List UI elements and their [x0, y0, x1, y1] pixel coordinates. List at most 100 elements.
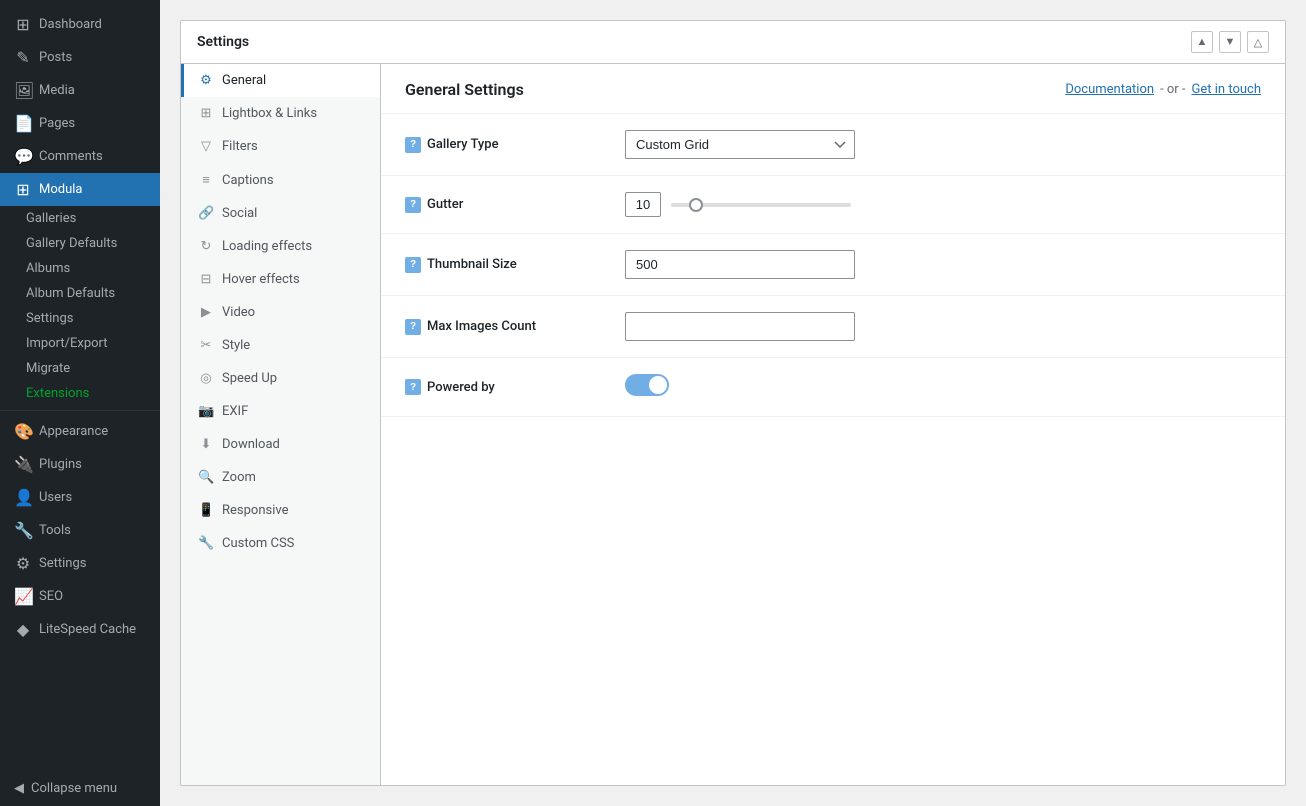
sidebar-item-seo[interactable]: 📈 SEO	[0, 580, 160, 613]
settings-header: Settings ▲ ▼ △	[181, 21, 1285, 64]
sidebar-item-plugins[interactable]: 🔌 Plugins	[0, 448, 160, 481]
posts-icon: ✎	[14, 48, 32, 67]
settings-body: ⚙ General ⊞ Lightbox & Links ▽ Filters ≡…	[181, 64, 1285, 785]
submenu-extensions[interactable]: Extensions	[0, 381, 160, 406]
expand-down-button[interactable]: ▼	[1219, 31, 1241, 53]
expand-up-button[interactable]: ▲	[1191, 31, 1213, 53]
sidebar-item-modula[interactable]: ⊞ Modula ◀	[0, 173, 160, 206]
nav-exif-icon: 📷	[198, 404, 214, 419]
gutter-value-input[interactable]	[625, 192, 661, 217]
gutter-slider-track[interactable]	[671, 203, 851, 207]
gallery-type-row: ? Gallery Type Custom Grid Masonry Slide…	[381, 114, 1285, 176]
submenu-import-export[interactable]: Import/Export	[0, 331, 160, 356]
appearance-icon: 🎨	[14, 422, 32, 441]
nav-captions-icon: ≡	[198, 172, 214, 188]
content-title: General Settings	[405, 80, 524, 99]
sidebar-item-tools[interactable]: 🔧 Tools	[0, 514, 160, 547]
users-icon: 👤	[14, 488, 32, 507]
sidebar-item-users[interactable]: 👤 Users	[0, 481, 160, 514]
nav-css-icon: 🔧	[198, 536, 214, 551]
main-content: Settings ▲ ▼ △ ⚙ General ⊞ Lightbox & Li…	[160, 0, 1306, 806]
powered-by-toggle[interactable]	[625, 374, 669, 396]
submenu-albums[interactable]: Albums	[0, 256, 160, 281]
thumbnail-size-control	[625, 250, 1261, 279]
sidebar-item-comments[interactable]: 💬 Comments	[0, 140, 160, 173]
nav-responsive-icon: 📱	[198, 503, 214, 518]
collapse-menu[interactable]: ◀ Collapse menu	[0, 771, 160, 806]
comments-icon: 💬	[14, 147, 32, 166]
settings-content: General Settings Documentation - or - Ge…	[381, 64, 1285, 785]
settings-nav: ⚙ General ⊞ Lightbox & Links ▽ Filters ≡…	[181, 64, 381, 785]
nav-captions[interactable]: ≡ Captions	[181, 163, 380, 197]
submenu-settings[interactable]: Settings	[0, 306, 160, 331]
powered-by-row: ? Powered by	[381, 358, 1285, 417]
nav-lightbox[interactable]: ⊞ Lightbox & Links	[181, 97, 380, 130]
max-images-row: ? Max Images Count	[381, 296, 1285, 358]
submenu-migrate[interactable]: Migrate	[0, 356, 160, 381]
nav-speedup-icon: ◎	[198, 371, 214, 386]
gutter-slider-container	[625, 192, 1261, 217]
nav-filters-icon: ▽	[198, 139, 214, 154]
nav-exif[interactable]: 📷 EXIF	[181, 395, 380, 428]
gallery-type-select[interactable]: Custom Grid Masonry Slider Custom	[625, 130, 855, 159]
gutter-slider-thumb[interactable]	[689, 198, 703, 212]
settings-panel: Settings ▲ ▼ △ ⚙ General ⊞ Lightbox & Li…	[180, 20, 1286, 786]
nav-general[interactable]: ⚙ General	[181, 64, 380, 97]
gutter-help[interactable]: ?	[405, 197, 421, 213]
nav-responsive[interactable]: 📱 Responsive	[181, 494, 380, 527]
powered-by-help[interactable]: ?	[405, 379, 421, 395]
thumbnail-size-input[interactable]	[625, 250, 855, 279]
dashboard-icon: ⊞	[14, 15, 32, 34]
gallery-type-help[interactable]: ?	[405, 137, 421, 153]
expand-all-button[interactable]: △	[1247, 31, 1269, 53]
nav-hover-effects[interactable]: ⊟ Hover effects	[181, 263, 380, 296]
submenu-gallery-defaults[interactable]: Gallery Defaults	[0, 231, 160, 256]
nav-zoom[interactable]: 🔍 Zoom	[181, 461, 380, 494]
nav-custom-css[interactable]: 🔧 Custom CSS	[181, 527, 380, 560]
collapse-icon: ◀	[14, 781, 24, 796]
media-icon: 🖼	[14, 81, 32, 100]
thumbnail-size-help[interactable]: ?	[405, 257, 421, 273]
sidebar-header: ⊞ Dashboard ✎ Posts 🖼 Media 📄 Pages 💬 Co…	[0, 0, 160, 650]
tools-icon: 🔧	[14, 521, 32, 540]
sidebar-item-dashboard[interactable]: ⊞ Dashboard	[0, 8, 160, 41]
max-images-input[interactable]	[625, 312, 855, 341]
nav-loading-effects[interactable]: ↻ Loading effects	[181, 230, 380, 263]
sidebar: ⊞ Dashboard ✎ Posts 🖼 Media 📄 Pages 💬 Co…	[0, 0, 160, 806]
nav-zoom-icon: 🔍	[198, 470, 214, 485]
nav-lightbox-icon: ⊞	[198, 106, 214, 121]
toggle-knob	[649, 376, 667, 394]
modula-icon: ⊞	[14, 180, 32, 199]
gutter-control	[625, 192, 1261, 217]
max-images-label: ? Max Images Count	[405, 319, 625, 335]
submenu-album-defaults[interactable]: Album Defaults	[0, 281, 160, 306]
settings-panel-title: Settings	[197, 34, 249, 50]
sidebar-item-appearance[interactable]: 🎨 Appearance	[0, 415, 160, 448]
sidebar-item-media[interactable]: 🖼 Media	[0, 74, 160, 107]
max-images-help[interactable]: ?	[405, 319, 421, 335]
gallery-type-label: ? Gallery Type	[405, 137, 625, 153]
powered-by-control	[625, 374, 1261, 400]
sidebar-item-pages[interactable]: 📄 Pages	[0, 107, 160, 140]
gutter-label: ? Gutter	[405, 197, 625, 213]
litespeed-icon: ◆	[14, 620, 32, 639]
nav-style[interactable]: ✂ Style	[181, 329, 380, 362]
max-images-control	[625, 312, 1261, 341]
nav-filters[interactable]: ▽ Filters	[181, 130, 380, 163]
documentation-link[interactable]: Documentation	[1065, 82, 1154, 97]
content-links: Documentation - or - Get in touch	[1065, 82, 1261, 97]
modula-submenu: Galleries Gallery Defaults Albums Album …	[0, 206, 160, 406]
sidebar-item-litespeed[interactable]: ◆ LiteSpeed Cache	[0, 613, 160, 646]
get-in-touch-link[interactable]: Get in touch	[1192, 82, 1261, 97]
nav-video[interactable]: ▶ Video	[181, 296, 380, 329]
sidebar-item-posts[interactable]: ✎ Posts	[0, 41, 160, 74]
submenu-galleries[interactable]: Galleries	[0, 206, 160, 231]
nav-social[interactable]: 🔗 Social	[181, 197, 380, 230]
sidebar-item-settings[interactable]: ⚙ Settings	[0, 547, 160, 580]
nav-speed-up[interactable]: ◎ Speed Up	[181, 362, 380, 395]
content-header: General Settings Documentation - or - Ge…	[381, 64, 1285, 114]
nav-loading-icon: ↻	[198, 239, 214, 254]
nav-general-icon: ⚙	[198, 73, 214, 88]
pages-icon: 📄	[14, 114, 32, 133]
nav-download[interactable]: ⬇ Download	[181, 428, 380, 461]
